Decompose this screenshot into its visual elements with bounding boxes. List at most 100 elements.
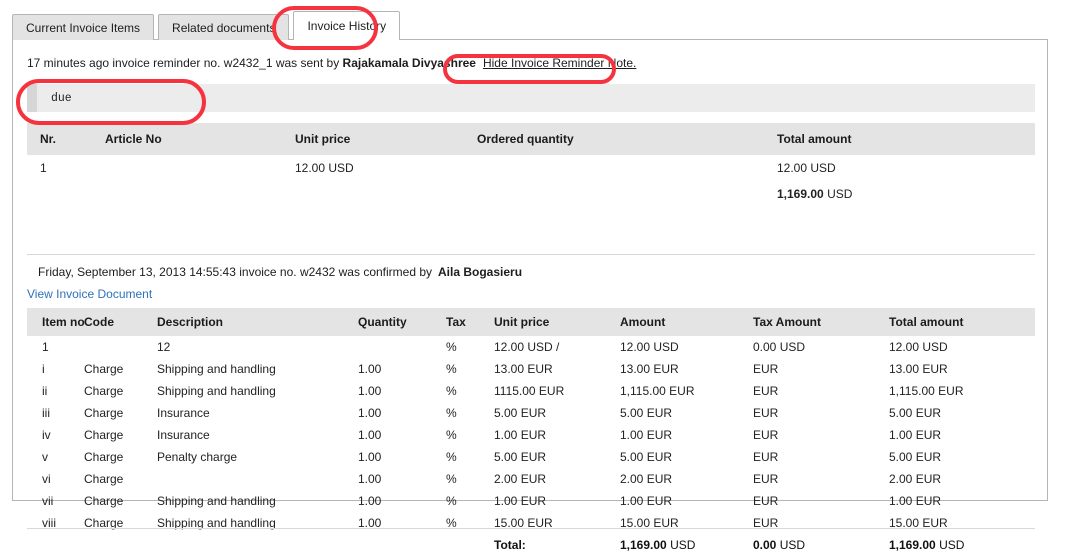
cell-code: Charge xyxy=(84,362,124,376)
cell-amount: 5.00 EUR xyxy=(620,450,673,464)
cell-item-no: i xyxy=(42,362,45,376)
tab-current-invoice-items[interactable]: Current Invoice Items xyxy=(12,14,155,40)
cell-quantity: 1.00 xyxy=(358,450,382,464)
cell-code: Charge xyxy=(84,384,124,398)
col-header-description: Description xyxy=(157,308,358,336)
table-header-row: Nr. Article No Unit price Ordered quanti… xyxy=(27,123,1035,155)
cell-tax: % xyxy=(446,494,457,508)
view-invoice-document-link[interactable]: View Invoice Document xyxy=(27,287,152,301)
cell-description: Penalty charge xyxy=(157,450,238,464)
table-row: ii Charge Shipping and handling 1.00% 1115.0… xyxy=(27,380,1035,402)
cell-item-no: vi xyxy=(42,472,51,486)
col-header-unit-price: Unit price xyxy=(295,123,477,155)
reminder-summary-table: Nr. Article No Unit price Ordered quanti… xyxy=(27,123,1035,207)
cell-tax: % xyxy=(446,384,457,398)
table-row: 1 12% 12.00 USD / 12.00 USD 0.00 USD 12.00 US… xyxy=(27,336,1035,358)
cell-tax: % xyxy=(446,472,457,486)
cell-quantity: 1.00 xyxy=(358,494,382,508)
table-row: v Charge Penalty charge 1.00% 5.00 EUR 5.00 E… xyxy=(27,446,1035,468)
cell-total-amount: 13.00 EUR xyxy=(889,362,948,376)
bottom-divider xyxy=(27,528,1035,529)
tab-label: Related documents xyxy=(172,20,276,35)
cell-description: Shipping and handling xyxy=(157,516,276,530)
cell-code: Charge xyxy=(84,516,124,530)
cell-description xyxy=(157,468,358,490)
hide-invoice-reminder-note-link[interactable]: Hide Invoice Reminder Note. xyxy=(483,56,636,70)
cell-tax-amount: EUR xyxy=(753,428,779,442)
tab-related-documents[interactable]: Related documents xyxy=(158,14,290,40)
cell-tax-amount: EUR xyxy=(753,362,779,376)
cell-unit-price: 12.00 USD / xyxy=(494,340,560,354)
cell-item-no: iv xyxy=(42,428,51,442)
cell-unit-price: 12.00 USD xyxy=(295,161,354,175)
col-header-amount: Amount xyxy=(620,308,753,336)
table-row: i Charge Shipping and handling 1.00% 13.00 E… xyxy=(27,358,1035,380)
cell-total-amount: 12.00 USD xyxy=(777,161,836,175)
cell-unit-price: 2.00 EUR xyxy=(494,472,547,486)
cell-total-amount: 5.00 EUR xyxy=(889,406,942,420)
cell-total-amount: 15.00 EUR xyxy=(889,516,948,530)
cell-total-label: Total: xyxy=(494,538,526,552)
cell-tax: % xyxy=(446,362,457,376)
table-row: 1 12.00 USD 12.00 USD xyxy=(27,155,1035,181)
cell-item-no: vii xyxy=(42,494,54,508)
grand-total-value: 1,169.00 xyxy=(889,538,936,552)
cell-amount: 12.00 USD xyxy=(620,340,679,354)
cell-code: Charge xyxy=(84,450,124,464)
cell-total-amount: 1,115.00 EUR xyxy=(889,384,964,398)
cell-description: Shipping and handling xyxy=(157,494,276,508)
cell-grand-total-amount: 1,169.00 USD xyxy=(889,534,1035,556)
reminder-info-line: 17 minutes ago invoice reminder no. w243… xyxy=(27,56,636,70)
cell-nr: 1 xyxy=(40,161,47,175)
reminder-prefix: 17 minutes ago invoice reminder no. xyxy=(27,56,224,70)
table-row: iv Charge Insurance 1.00% 1.00 EUR 1.00 EUR EU… xyxy=(27,424,1035,446)
cell-amount: 1.00 EUR xyxy=(620,428,673,442)
cell-code: Charge xyxy=(84,428,124,442)
table-total-row: 1,169.00 USD xyxy=(27,181,1035,207)
cell-unit-price: 15.00 EUR xyxy=(494,516,553,530)
total-amount-value: 1,169.00 xyxy=(620,538,667,552)
cell-amount: 2.00 EUR xyxy=(620,472,673,486)
cell-quantity: 1.00 xyxy=(358,472,382,486)
confirmation-middle: invoice no. w2432 was confirmed by xyxy=(235,265,433,279)
cell-quantity: 1.00 xyxy=(358,428,382,442)
cell-tax-amount: EUR xyxy=(753,494,779,508)
cell-amount: 13.00 EUR xyxy=(620,362,679,376)
table-row: vi Charge 1.00% 2.00 EUR 2.00 EUR EUR 2.00 EUR xyxy=(27,468,1035,490)
cell-tax-amount: EUR xyxy=(753,406,779,420)
cell-total-tax-amount: 0.00 USD xyxy=(753,534,889,556)
table-row: iii Charge Insurance 1.00% 5.00 EUR 5.00 EUR E… xyxy=(27,402,1035,424)
invoice-items-table: Item no Code Description Quantity Tax Un… xyxy=(27,308,1035,556)
cell-description: Insurance xyxy=(157,406,210,420)
cell-amount: 1,115.00 EUR xyxy=(620,384,695,398)
grand-total-currency: USD xyxy=(939,538,965,552)
cell-quantity: 1.00 xyxy=(358,406,382,420)
col-header-code: Code xyxy=(84,308,157,336)
col-header-total-amount: Total amount xyxy=(777,123,1035,155)
cell-total-amount: 5.00 EUR xyxy=(889,450,942,464)
invoice-reminder-note-box: due xyxy=(27,84,1035,112)
cell-item-no: ii xyxy=(42,384,48,398)
cell-item-no: v xyxy=(42,450,48,464)
cell-total-amount: 12.00 USD xyxy=(889,340,948,354)
cell-amount: 5.00 EUR xyxy=(620,406,673,420)
col-header-nr: Nr. xyxy=(27,123,105,155)
col-header-unit-price: Unit price xyxy=(494,308,620,336)
cell-total-amount: 1,169.00 USD xyxy=(620,534,753,556)
cell-tax: % xyxy=(446,406,457,420)
total-tax-value: 0.00 xyxy=(753,538,777,552)
tab-label: Current Invoice Items xyxy=(26,20,141,35)
cell-code: Charge xyxy=(84,406,124,420)
cell-total-amount: 1.00 EUR xyxy=(889,428,942,442)
cell-total-amount: 2.00 EUR xyxy=(889,472,942,486)
table-row: viii Charge Shipping and handling 1.00% 15.0… xyxy=(27,512,1035,534)
col-header-tax: Tax xyxy=(446,308,494,336)
col-header-article-no: Article No xyxy=(105,123,295,155)
cell-tax-amount: 0.00 USD xyxy=(753,340,806,354)
cell-unit-price: 13.00 EUR xyxy=(494,362,553,376)
cell-description: Shipping and handling xyxy=(157,362,276,376)
cell-total-amount: 1.00 EUR xyxy=(889,494,942,508)
cell-code: Charge xyxy=(84,494,124,508)
tab-invoice-history[interactable]: Invoice History xyxy=(293,11,401,40)
cell-ordered-quantity xyxy=(477,155,777,181)
